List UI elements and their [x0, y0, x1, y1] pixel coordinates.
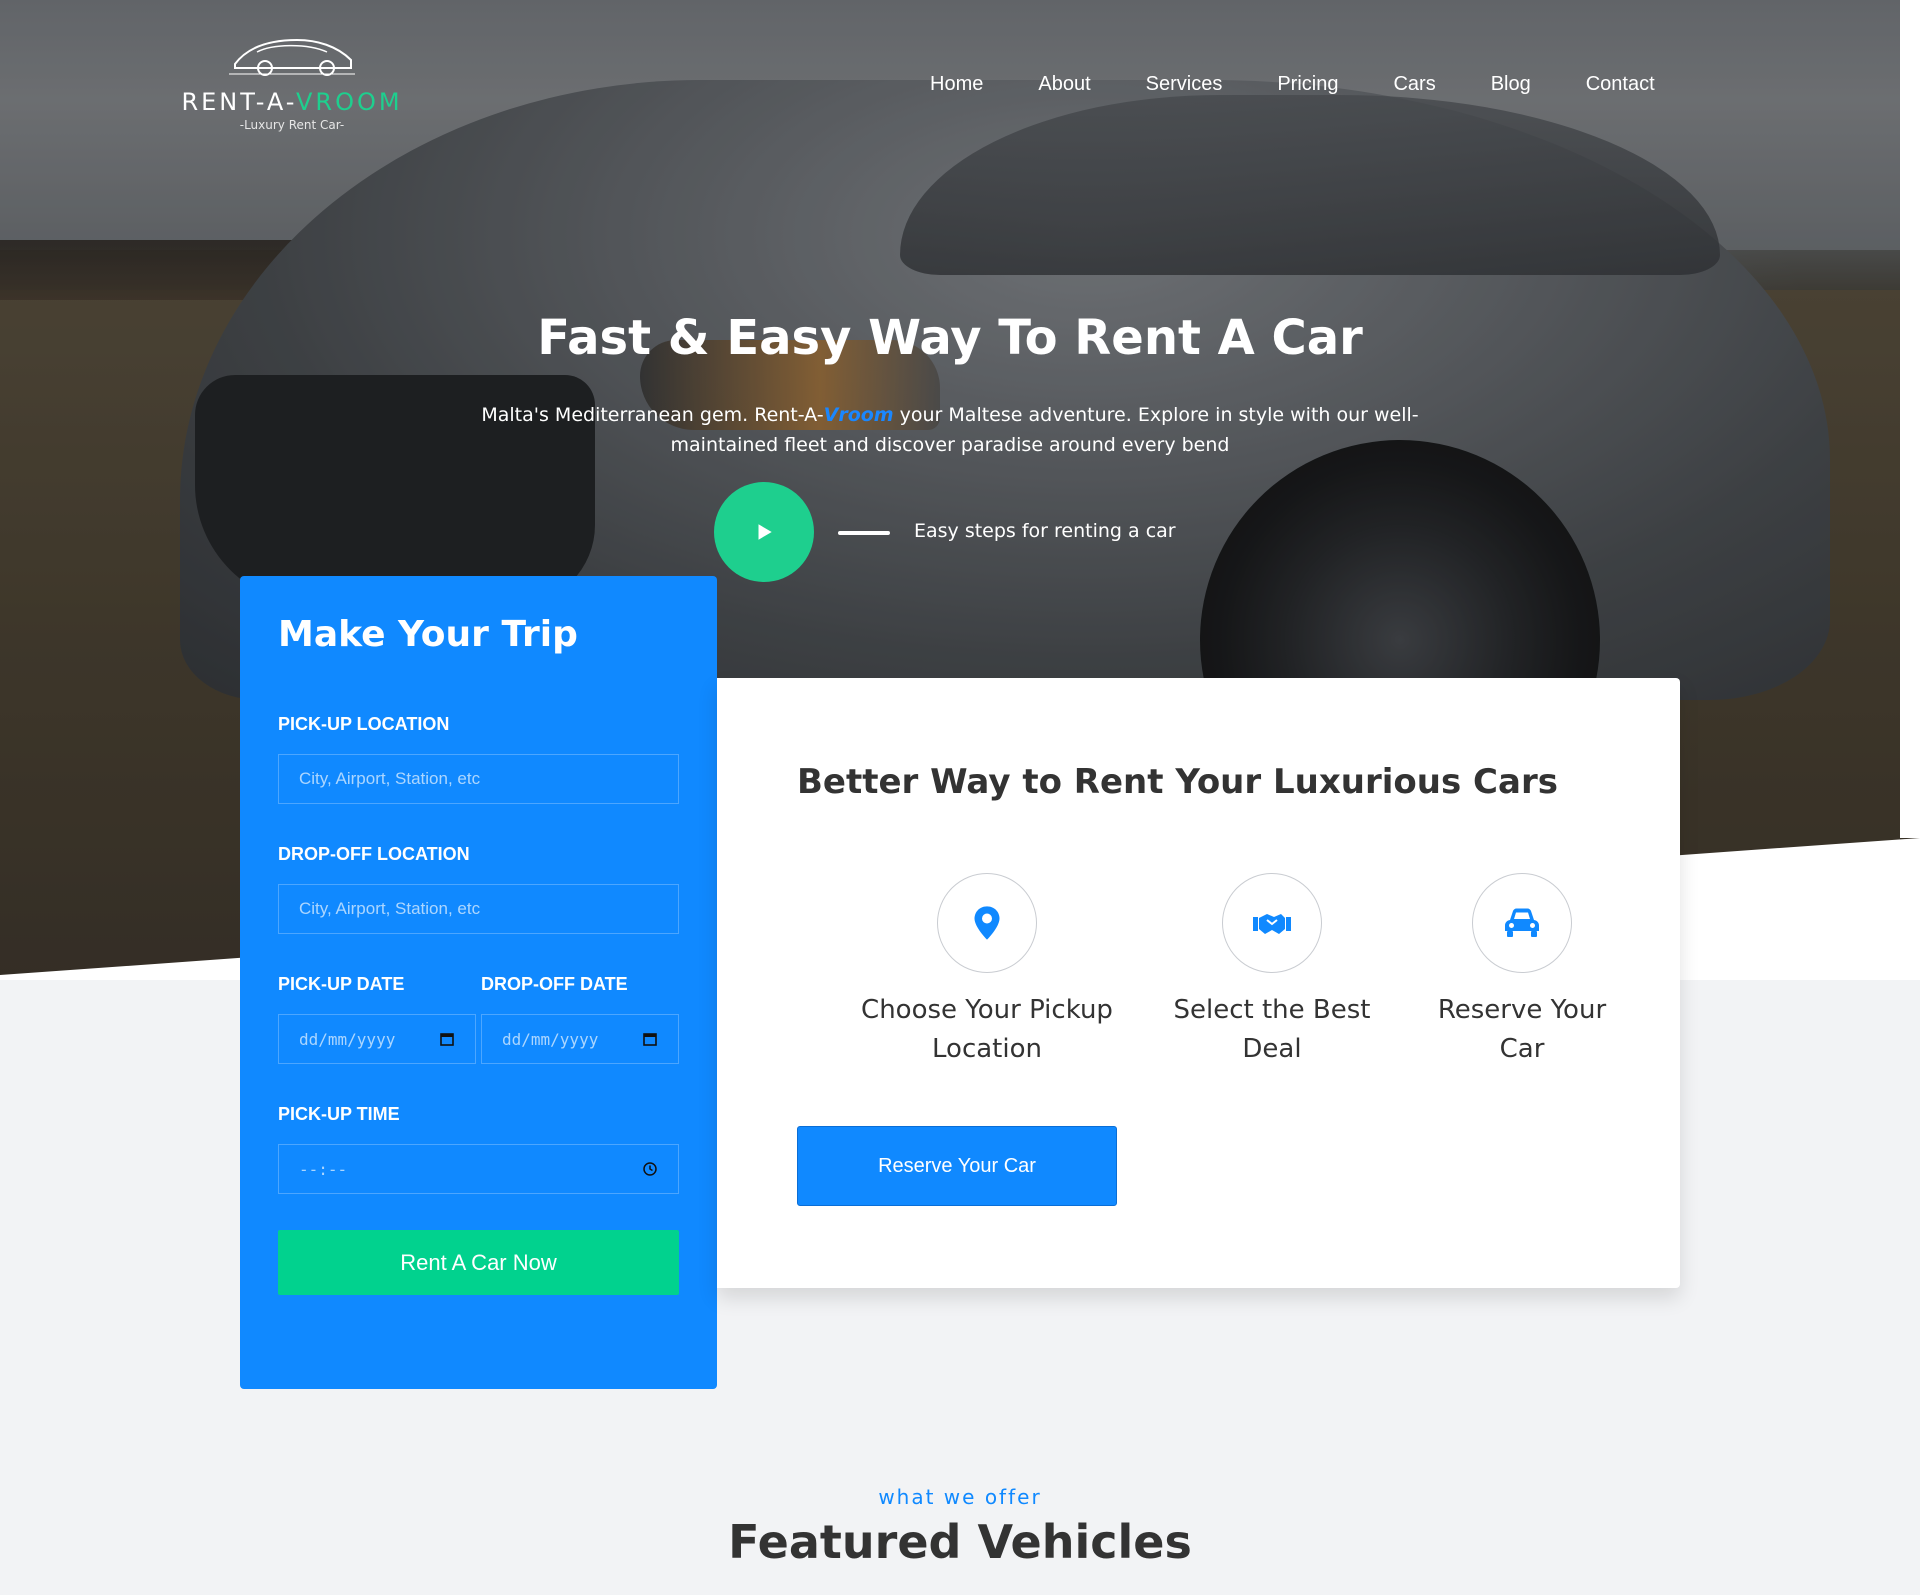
hero-brand-name: Vroom — [823, 404, 894, 426]
play-divider — [838, 531, 890, 535]
logo-car-icon — [229, 38, 355, 76]
map-pin-icon — [974, 906, 1000, 940]
nav-home[interactable]: Home — [930, 72, 983, 96]
service-name: Choose Your Pickup Location — [861, 995, 1113, 1064]
nav-about[interactable]: About — [1038, 72, 1090, 96]
pickup-location-label: PICK-UP LOCATION — [278, 714, 450, 734]
nav-services[interactable]: Services — [1146, 72, 1223, 96]
service-icon-circle — [1222, 873, 1322, 973]
calendar-icon[interactable] — [642, 1031, 658, 1047]
main-nav: Home About Services Pricing Cars Blog Co… — [930, 72, 1710, 96]
services-card: Better Way to Rent Your Luxurious Cars C… — [717, 678, 1680, 1288]
nav-pricing[interactable]: Pricing — [1277, 72, 1338, 96]
pickup-date-label: PICK-UP DATE — [278, 974, 405, 994]
featured-section-title: Featured Vehicles — [728, 1515, 1192, 1569]
car-icon — [1505, 908, 1539, 937]
calendar-icon[interactable] — [439, 1031, 455, 1047]
pickup-time-input[interactable]: --:-- — [278, 1144, 679, 1194]
nav-contact[interactable]: Contact — [1586, 72, 1655, 96]
play-label[interactable]: Easy steps for renting a car — [914, 520, 1176, 542]
pickup-location-input[interactable]: City, Airport, Station, etc — [278, 754, 679, 804]
reserve-your-car-button[interactable]: Reserve Your Car — [797, 1126, 1117, 1206]
make-trip-form: Make Your Trip PICK-UP LOCATION City, Ai… — [240, 576, 717, 1389]
service-icon-circle — [937, 873, 1037, 973]
rent-car-now-button[interactable]: Rent A Car Now — [278, 1230, 679, 1295]
logo-text: RENT-A-VROOM — [181, 88, 403, 116]
nav-cars[interactable]: Cars — [1393, 72, 1435, 96]
dropoff-date-input[interactable]: dd/mm/yyyy — [481, 1014, 679, 1064]
service-icon-circle — [1472, 873, 1572, 973]
handshake-icon — [1253, 914, 1291, 934]
service-reserve-car: Reserve Your Car — [1407, 873, 1637, 1069]
dropoff-location-input[interactable]: City, Airport, Station, etc — [278, 884, 679, 934]
services-card-title: Better Way to Rent Your Luxurious Cars — [797, 762, 1558, 802]
hero-subtitle: Malta's Mediterranean gem. Rent-A-Vroom … — [481, 404, 1419, 456]
play-icon — [758, 524, 772, 540]
service-best-deal: Select the Best Deal — [1157, 873, 1387, 1069]
play-video-button[interactable] — [714, 482, 814, 582]
pickup-time-label: PICK-UP TIME — [278, 1104, 400, 1124]
service-name: Select the Best Deal — [1173, 995, 1371, 1064]
service-choose-pickup: Choose Your Pickup Location — [837, 873, 1137, 1069]
clock-icon[interactable] — [642, 1161, 658, 1177]
pickup-date-input[interactable]: dd/mm/yyyy — [278, 1014, 476, 1064]
page-edge — [1900, 0, 1920, 838]
site-logo[interactable]: RENT-A-VROOM -Luxury Rent Car- — [172, 30, 412, 140]
trip-form-title: Make Your Trip — [278, 614, 578, 655]
featured-section-tag: what we offer — [878, 1485, 1042, 1509]
nav-blog[interactable]: Blog — [1491, 72, 1531, 96]
service-name: Reserve Your Car — [1437, 995, 1607, 1064]
dropoff-location-label: DROP-OFF LOCATION — [278, 844, 470, 864]
dropoff-date-label: DROP-OFF DATE — [481, 974, 628, 994]
logo-tagline: -Luxury Rent Car- — [239, 118, 345, 132]
hero-title: Fast & Easy Way To Rent A Car — [537, 310, 1363, 366]
